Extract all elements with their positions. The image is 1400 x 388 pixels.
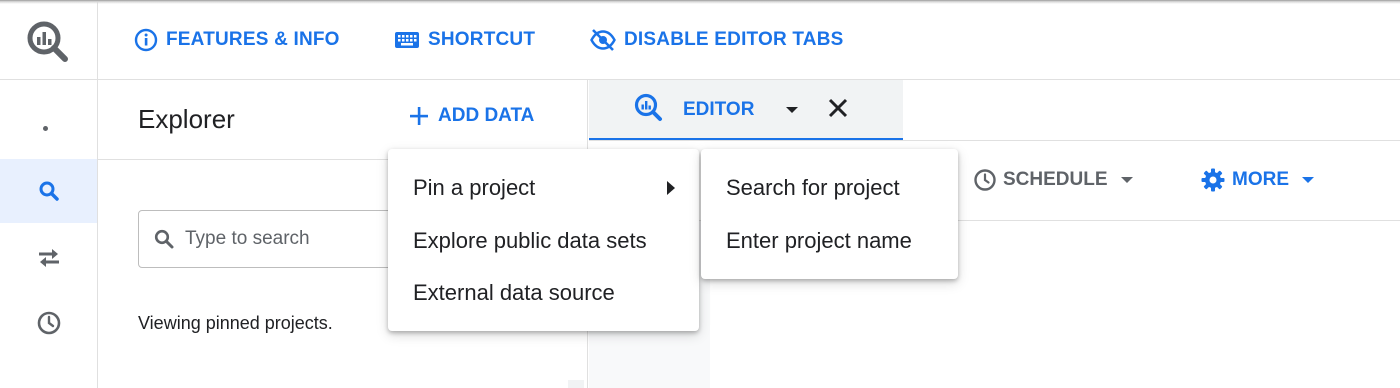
menu-item-label: Pin a project: [413, 175, 536, 200]
menu-item-label: Explore public data sets: [413, 228, 647, 253]
disable-editor-tabs-label: DISABLE EDITOR TABS: [624, 29, 844, 50]
info-icon: [134, 28, 158, 52]
dot-icon: [43, 126, 48, 131]
menu-item-enter-project-name[interactable]: Enter project name: [701, 215, 958, 267]
rail-item-search[interactable]: [0, 159, 97, 223]
rail-item-history[interactable]: [0, 291, 97, 355]
bigquery-logo-icon[interactable]: [24, 18, 72, 66]
search-icon: [37, 179, 61, 203]
menu-item-explore-public-data[interactable]: Explore public data sets: [388, 215, 699, 267]
shortcut-button[interactable]: SHORTCUT: [394, 26, 535, 54]
menu-item-external-data-source[interactable]: External data source: [388, 267, 699, 319]
dropdown-icon: [1301, 176, 1315, 184]
more-button[interactable]: MORE: [1200, 166, 1315, 194]
scrollbar-corner: [568, 380, 584, 388]
schedule-label: SCHEDULE: [1003, 169, 1108, 190]
tab-editor-label: EDITOR: [683, 99, 755, 120]
features-info-label: FEATURES & INFO: [166, 29, 340, 50]
rail-item-transfers[interactable]: [0, 226, 97, 290]
explorer-title: Explorer: [138, 104, 235, 134]
close-icon[interactable]: [827, 97, 849, 119]
schedule-button[interactable]: SCHEDULE: [973, 166, 1134, 194]
menu-item-pin-project[interactable]: Pin a project: [388, 162, 699, 214]
add-data-button[interactable]: ADD DATA: [408, 105, 534, 127]
keyboard-icon: [394, 30, 420, 50]
plus-icon: [408, 105, 430, 127]
top-shadow: [0, 0, 1400, 4]
add-data-label: ADD DATA: [438, 105, 535, 126]
features-info-button[interactable]: FEATURES & INFO: [134, 26, 340, 54]
pinned-projects-text: Viewing pinned projects.: [138, 313, 333, 333]
left-rail: [0, 0, 98, 388]
shortcut-label: SHORTCUT: [428, 29, 536, 50]
tab-bar-divider: [589, 140, 1400, 141]
menu-item-label: Enter project name: [726, 228, 912, 253]
dropdown-icon: [1120, 176, 1134, 184]
pin-project-submenu: Search for project Enter project name: [701, 149, 958, 279]
top-toolbar: FEATURES & INFO SHORTCUT DISABLE EDITOR …: [98, 0, 1400, 80]
dropdown-icon[interactable]: [785, 106, 799, 114]
add-data-menu: Pin a project Explore public data sets E…: [388, 149, 699, 331]
rail-divider: [0, 79, 97, 80]
disable-editor-tabs-button[interactable]: DISABLE EDITOR TABS: [590, 26, 844, 54]
query-icon: [633, 92, 665, 124]
eye-off-icon: [590, 28, 616, 52]
clock-icon: [973, 168, 997, 192]
menu-item-search-for-project[interactable]: Search for project: [701, 162, 958, 214]
menu-item-label: External data source: [413, 280, 615, 305]
swap-icon: [36, 246, 62, 270]
more-label: MORE: [1232, 169, 1289, 190]
tab-editor[interactable]: EDITOR: [589, 80, 903, 141]
gear-icon: [1200, 167, 1226, 193]
menu-item-label: Search for project: [726, 175, 900, 200]
history-icon: [36, 310, 62, 336]
search-icon: [153, 228, 175, 250]
explorer-header: Explorer ADD DATA: [98, 80, 587, 160]
submenu-arrow-icon: [667, 181, 675, 195]
